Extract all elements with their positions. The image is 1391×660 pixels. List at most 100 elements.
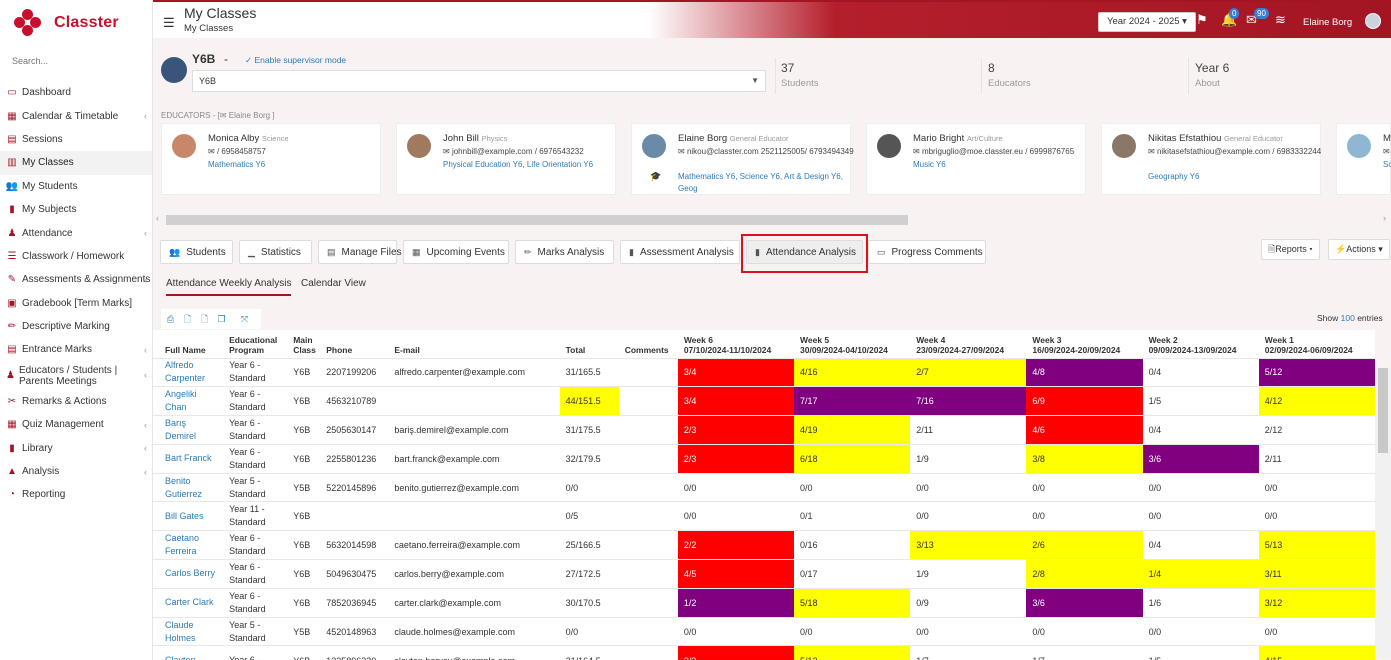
student-name-link[interactable]: Angeliki Chan: [153, 386, 224, 416]
student-name-link[interactable]: Claude Holmes: [153, 616, 224, 646]
scroll-right-icon[interactable]: ›: [1383, 213, 1386, 223]
sidebar-item-descriptive-marking[interactable]: ✏ Descriptive Marking: [0, 315, 152, 338]
tab-statistics[interactable]: ▁ Statistics: [239, 240, 312, 264]
sidebar-item-calendar-timetable[interactable]: ▦ Calendar & Timetable ‹: [0, 104, 152, 127]
document-icon: ▤: [7, 344, 17, 356]
educator-card[interactable]: John Bill Physics ✉ johnbill@example.com…: [396, 123, 616, 195]
column-header[interactable]: Full Name: [153, 330, 224, 358]
educator-name: M: [1383, 133, 1391, 144]
educator-card[interactable]: Elaine Borg General Educator ✉ nikou@cla…: [631, 123, 854, 195]
educator-subjects[interactable]: Physical Education Y6, Life Orientation …: [443, 159, 623, 171]
sidebar-item-classwork-homework[interactable]: ☰ Classwork / Homework: [0, 245, 152, 268]
reports-button[interactable]: 🗎Reports ▾: [1261, 239, 1320, 260]
sidebar-item-assessments-assignments[interactable]: ✎ Assessments & Assignments ‹: [0, 268, 152, 291]
avatar[interactable]: [1365, 13, 1381, 29]
sidebar-item-my-classes[interactable]: ▥ My Classes: [0, 151, 152, 175]
column-header[interactable]: E-mail: [388, 330, 560, 358]
year-selector[interactable]: Year 2024 - 2025 ▾: [1098, 12, 1196, 32]
scrollbar-thumb[interactable]: [1378, 368, 1388, 453]
logo[interactable]: Classter: [0, 0, 152, 46]
educator-subjects[interactable]: Mathematics Y6: [208, 159, 388, 171]
flag-icon[interactable]: ⚑: [1196, 12, 1208, 28]
class-select[interactable]: Y6B ▼: [192, 70, 766, 92]
sidebar-item-reporting[interactable]: ◔ Reporting: [0, 483, 152, 506]
tab-progress-comments[interactable]: ▭ Progress Comments: [868, 240, 986, 264]
educator-subjects[interactable]: Music Y6: [913, 159, 1093, 171]
student-name-link[interactable]: Benito Gutierrez: [153, 472, 224, 502]
sidebar-search-input[interactable]: [12, 56, 142, 66]
user-name[interactable]: Elaine Borg: [1303, 17, 1352, 28]
sidebar-item-educators-students-parents-meetings[interactable]: ♟ Educators / Students | Parents Meetings…: [0, 362, 152, 390]
sidebar-item-my-students[interactable]: 👥 My Students: [0, 175, 152, 198]
tab-marks-analysis[interactable]: ✏ Marks Analysis: [515, 240, 614, 264]
sidebar-item-sessions[interactable]: ▤ Sessions: [0, 128, 152, 151]
layers-icon[interactable]: ≋: [1275, 12, 1286, 28]
week-column-header[interactable]: Week 6 07/10/2024-11/10/2024: [677, 330, 794, 358]
week-cell: 0/0: [1142, 616, 1259, 646]
week-column-header[interactable]: Week 5 30/09/2024-04/10/2024: [794, 330, 911, 358]
sidebar-item-dashboard[interactable]: ▭ Dashboard: [0, 81, 152, 104]
educator-card[interactable]: Mario Bright Art/Culture ✉ mbriguglio@mo…: [866, 123, 1086, 195]
main-class: Y6B: [287, 357, 321, 387]
column-header[interactable]: Main Class: [287, 330, 321, 358]
sidebar-item-my-subjects[interactable]: ▮ My Subjects: [0, 198, 152, 221]
educational-program: Year 5 - Standard: [223, 616, 288, 646]
student-name-link[interactable]: Carlos Berry: [153, 559, 224, 589]
student-name-link[interactable]: Bart Franck: [153, 443, 224, 474]
educator-subjects[interactable]: Mathematics Y6, Science Y6, Art & Design…: [678, 171, 858, 195]
total: 44/151.5: [559, 386, 619, 416]
column-header[interactable]: Educational Program: [223, 330, 288, 358]
educator-card[interactable]: M ✉ Sc: [1336, 123, 1391, 195]
educator-card[interactable]: Nikitas Efstathiou General Educator ✉ ni…: [1101, 123, 1321, 195]
collapse-icon[interactable]: ⤧: [237, 312, 252, 327]
week-column-header[interactable]: Week 2 09/09/2024-13/09/2024: [1142, 330, 1259, 358]
week-column-header[interactable]: Week 4 23/09/2024-27/09/2024: [910, 330, 1027, 358]
scroll-left-icon[interactable]: ‹: [156, 213, 159, 223]
excel-icon[interactable]: 🗋: [197, 312, 212, 327]
educator-subjects[interactable]: Sc: [1383, 159, 1391, 171]
week-column-header[interactable]: Week 3 16/09/2024-20/09/2024: [1026, 330, 1143, 358]
bell-icon[interactable]: 🔔 0: [1221, 8, 1240, 28]
actions-button[interactable]: ⚡Actions ▾: [1328, 239, 1390, 260]
student-name-link[interactable]: Clayton: [153, 645, 224, 660]
csv-icon[interactable]: 🗋: [180, 312, 195, 327]
student-name-link[interactable]: Alfredo Carpenter: [153, 357, 224, 387]
tab-manage-files[interactable]: ▤ Manage Files: [318, 240, 402, 264]
student-name-link[interactable]: Barış Demirel: [153, 415, 224, 445]
enable-supervisor-link[interactable]: ✓ Enable supervisor mode: [245, 55, 346, 66]
email: [388, 501, 560, 531]
column-header[interactable]: Comments: [618, 330, 678, 358]
tab-upcoming-events[interactable]: ▦ Upcoming Events: [403, 240, 509, 264]
mail-icon[interactable]: ✉ 90: [1246, 8, 1269, 28]
chevron-left-icon: ‹: [144, 443, 147, 454]
column-header[interactable]: Total: [559, 330, 619, 358]
subtab-calendar-view[interactable]: Calendar View: [301, 278, 366, 289]
sidebar-item-entrance-marks[interactable]: ▤ Entrance Marks ‹: [0, 338, 152, 361]
educational-program: Year 6 -: [223, 645, 288, 660]
educator-card[interactable]: Monica Alby Science ✉ / 6958458757 Mathe…: [161, 123, 381, 195]
student-name-link[interactable]: Carter Clark: [153, 587, 224, 618]
sidebar-item-quiz-management[interactable]: ▦ Quiz Management ‹: [0, 413, 152, 436]
sidebar-item-attendance[interactable]: ♟ Attendance ‹: [0, 221, 152, 244]
subtab-weekly-analysis[interactable]: Attendance Weekly Analysis: [166, 278, 292, 296]
student-name-link[interactable]: Caetano Ferreira: [153, 530, 224, 560]
tab-assessment-analysis[interactable]: ▮ Assessment Analysis: [620, 240, 740, 264]
student-name-link[interactable]: Bill Gates: [153, 501, 224, 531]
print-icon[interactable]: ⎙: [163, 312, 178, 327]
phone: 5220145896: [320, 472, 389, 502]
tab-label: Students: [186, 246, 226, 258]
vertical-scrollbar[interactable]: [1375, 368, 1391, 658]
sidebar-item-analysis[interactable]: ▲ Analysis ‹: [0, 460, 152, 483]
week-label: Week 6: [683, 334, 713, 345]
tab-students[interactable]: 👥 Students: [160, 240, 233, 264]
copy-icon[interactable]: ❐: [214, 312, 229, 327]
menu-toggle-icon[interactable]: ☰: [163, 15, 175, 31]
sidebar-item-gradebook-term-marks[interactable]: ▣ Gradebook [Term Marks]: [0, 292, 152, 315]
entries-count-select[interactable]: 100: [1341, 313, 1355, 323]
sidebar-item-remarks-actions[interactable]: ✂ Remarks & Actions: [0, 390, 152, 413]
week-column-header[interactable]: Week 1 02/09/2024-06/09/2024: [1258, 330, 1375, 358]
column-header[interactable]: Phone: [320, 330, 389, 358]
sidebar-item-library[interactable]: ▮ Library ‹: [0, 436, 152, 459]
horizontal-scrollbar[interactable]: [166, 215, 908, 225]
educator-subjects[interactable]: Geography Y6: [1148, 171, 1328, 183]
